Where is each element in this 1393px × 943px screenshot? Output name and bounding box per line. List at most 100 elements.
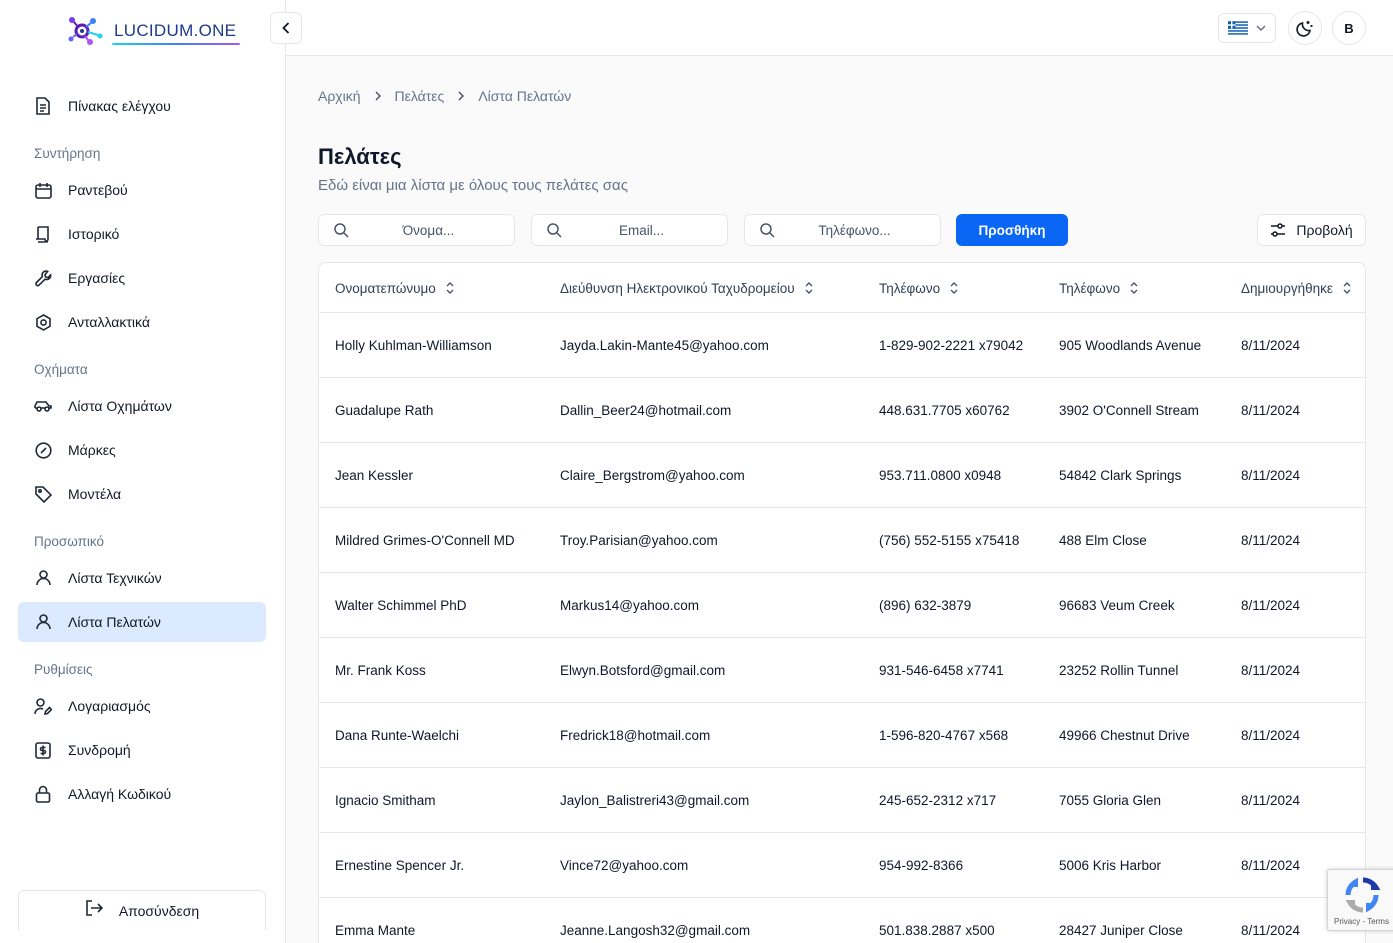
recaptcha-icon	[1345, 877, 1381, 913]
table-row[interactable]: Walter Schimmel PhD Markus14@yahoo.com (…	[319, 573, 1365, 638]
column-header-label: Τηλέφωνο	[879, 280, 941, 296]
view-options-label: Προβολή	[1296, 222, 1353, 238]
sort-icon	[1130, 282, 1138, 294]
brand-logo[interactable]: LUCIDUM.ONE	[66, 14, 241, 48]
table-row[interactable]: Guadalupe Rath Dallin_Beer24@hotmail.com…	[319, 378, 1365, 443]
sidebar-item-label: Μοντέλα	[68, 486, 122, 502]
recaptcha-links[interactable]: Privacy - Terms	[1334, 917, 1389, 926]
cell-created: 8/11/2024	[1241, 533, 1301, 548]
cell-address: 488 Elm Close	[1059, 533, 1147, 548]
phone-search-input[interactable]: Τηλέφωνο...	[744, 214, 941, 246]
sidebar-item-appointments[interactable]: Ραντεβού	[18, 170, 266, 210]
breadcrumb: Αρχική Πελάτες Λίστα Πελατών	[318, 88, 571, 104]
column-header-phone[interactable]: Τηλέφωνο	[879, 263, 958, 313]
breadcrumb-home[interactable]: Αρχική	[318, 88, 361, 104]
cell-phone: (756) 552-5155 x75418	[879, 533, 1020, 548]
cell-name: Walter Schimmel PhD	[335, 598, 467, 613]
cell-phone: 245-652-2312 x717	[879, 793, 997, 808]
table-row[interactable]: Mr. Frank Koss Elwyn.Botsford@gmail.com …	[319, 638, 1365, 703]
sidebar-item-change-password[interactable]: Αλλαγή Κωδικού	[18, 774, 266, 814]
sidebar-item-subscription[interactable]: Συνδρομή	[18, 730, 266, 770]
sidebar-item-models[interactable]: Μοντέλα	[18, 474, 266, 514]
email-search-input[interactable]: Email...	[531, 214, 728, 246]
table-row[interactable]: Jean Kessler Claire_Bergstrom@yahoo.com …	[319, 443, 1365, 508]
recaptcha-badge[interactable]: Privacy - Terms	[1327, 869, 1393, 931]
breadcrumb-customers[interactable]: Πελάτες	[395, 88, 445, 104]
hexagon-nut-icon	[34, 313, 52, 331]
cell-address: 905 Woodlands Avenue	[1059, 338, 1202, 353]
moon-stars-icon	[1296, 21, 1313, 37]
theme-toggle-button[interactable]	[1288, 11, 1322, 45]
sidebar-item-customers[interactable]: Λίστα Πελατών	[18, 602, 266, 642]
chevron-down-icon	[1256, 25, 1266, 31]
sort-icon	[805, 282, 813, 294]
sidebar-item-label: Ανταλλακτικά	[68, 314, 150, 330]
sidebar-item-dashboard[interactable]: Πίνακας ελέγχου	[18, 86, 266, 126]
sidebar-item-label: Ραντεβού	[68, 182, 128, 198]
table-row[interactable]: Ernestine Spencer Jr. Vince72@yahoo.com …	[319, 833, 1365, 898]
view-options-button[interactable]: Προβολή	[1257, 214, 1366, 246]
sidebar-item-history[interactable]: Ιστορικό	[18, 214, 266, 254]
column-header-label: Διεύθυνση Ηλεκτρονικού Ταχυδρομείου	[560, 280, 795, 296]
search-icon	[547, 223, 562, 238]
sidebar-item-label: Πίνακας ελέγχου	[68, 98, 171, 114]
sidebar-item-technicians[interactable]: Λίστα Τεχνικών	[18, 558, 266, 598]
cell-email: Markus14@yahoo.com	[560, 598, 700, 613]
scroll-icon	[34, 225, 52, 243]
search-icon	[334, 223, 349, 238]
add-customer-button[interactable]: Προσθήκη	[956, 214, 1068, 246]
cell-created: 8/11/2024	[1241, 403, 1301, 418]
table-row[interactable]: Holly Kuhlman-Williamson Jayda.Lakin-Man…	[319, 313, 1365, 378]
cell-created: 8/11/2024	[1241, 338, 1301, 353]
column-header-address[interactable]: Τηλέφωνο	[1059, 263, 1138, 313]
cell-email: Troy.Parisian@yahoo.com	[560, 533, 718, 548]
cell-email: Jaylon_Balistreri43@gmail.com	[560, 793, 750, 808]
customers-table: Ονοματεπώνυμο Διεύθυνση Ηλεκτρονικού Ταχ…	[318, 262, 1366, 943]
table-row[interactable]: Emma Mante Jeanne.Langosh32@gmail.com 50…	[319, 898, 1365, 943]
logo-icon	[68, 17, 103, 45]
user-icon	[34, 569, 52, 587]
sidebar-item-brands[interactable]: Μάρκες	[18, 430, 266, 470]
cell-created: 8/11/2024	[1241, 728, 1301, 743]
cell-name: Guadalupe Rath	[335, 403, 434, 418]
cell-address: 96683 Veum Creek	[1059, 598, 1175, 613]
sidebar-item-label: Λίστα Τεχνικών	[68, 570, 162, 586]
table-row[interactable]: Dana Runte-Waelchi Fredrick18@hotmail.co…	[319, 703, 1365, 768]
cell-created: 8/11/2024	[1241, 468, 1301, 483]
sidebar-item-vehicle-list[interactable]: Λίστα Οχημάτων	[18, 386, 266, 426]
avatar[interactable]: B	[1332, 11, 1366, 45]
cell-address: 54842 Clark Springs	[1059, 468, 1182, 483]
cell-phone: (896) 632-3879	[879, 598, 972, 613]
sidebar-item-label: Εργασίες	[68, 270, 126, 286]
cell-phone: 1-829-902-2221 x79042	[879, 338, 1024, 353]
column-header-created[interactable]: Δημιουργήθηκε	[1241, 263, 1351, 313]
cell-phone: 953.711.0800 x0948	[879, 468, 1002, 483]
cell-created: 8/11/2024	[1241, 923, 1301, 938]
cell-phone: 1-596-820-4767 x568	[879, 728, 1009, 743]
cell-name: Mildred Grimes-O'Connell MD	[335, 533, 515, 548]
language-selector[interactable]	[1218, 13, 1276, 43]
logout-icon	[85, 900, 103, 921]
cell-name: Dana Runte-Waelchi	[335, 728, 460, 743]
sidebar-item-account[interactable]: Λογαριασμός	[18, 686, 266, 726]
cell-phone: 448.631.7705 x60762	[879, 403, 1010, 418]
cell-name: Holly Kuhlman-Williamson	[335, 338, 492, 353]
page-subtitle: Εδώ είναι μια λίστα με όλους τους πελάτε…	[318, 177, 628, 194]
cell-address: 5006 Kris Harbor	[1059, 858, 1162, 873]
gauge-icon	[34, 441, 52, 459]
column-header-email[interactable]: Διεύθυνση Ηλεκτρονικού Ταχυδρομείου	[560, 263, 813, 313]
car-icon	[34, 397, 52, 415]
sidebar-item-tasks[interactable]: Εργασίες	[18, 258, 266, 298]
name-search-input[interactable]: Όνομα...	[318, 214, 515, 246]
cell-email: Vince72@yahoo.com	[560, 858, 689, 873]
logout-button[interactable]: Αποσύνδεση	[18, 890, 266, 930]
section-settings: Ρυθμίσεις	[34, 662, 93, 677]
column-header-name[interactable]: Ονοματεπώνυμο	[335, 263, 454, 313]
table-body: Holly Kuhlman-Williamson Jayda.Lakin-Man…	[319, 313, 1365, 943]
cell-address: 3902 O'Connell Stream	[1059, 403, 1199, 418]
collapse-sidebar-button[interactable]	[270, 12, 302, 44]
table-row[interactable]: Mildred Grimes-O'Connell MD Troy.Parisia…	[319, 508, 1365, 573]
greek-flag-icon	[1228, 21, 1248, 35]
table-row[interactable]: Ignacio Smitham Jaylon_Balistreri43@gmai…	[319, 768, 1365, 833]
sidebar-item-parts[interactable]: Ανταλλακτικά	[18, 302, 266, 342]
